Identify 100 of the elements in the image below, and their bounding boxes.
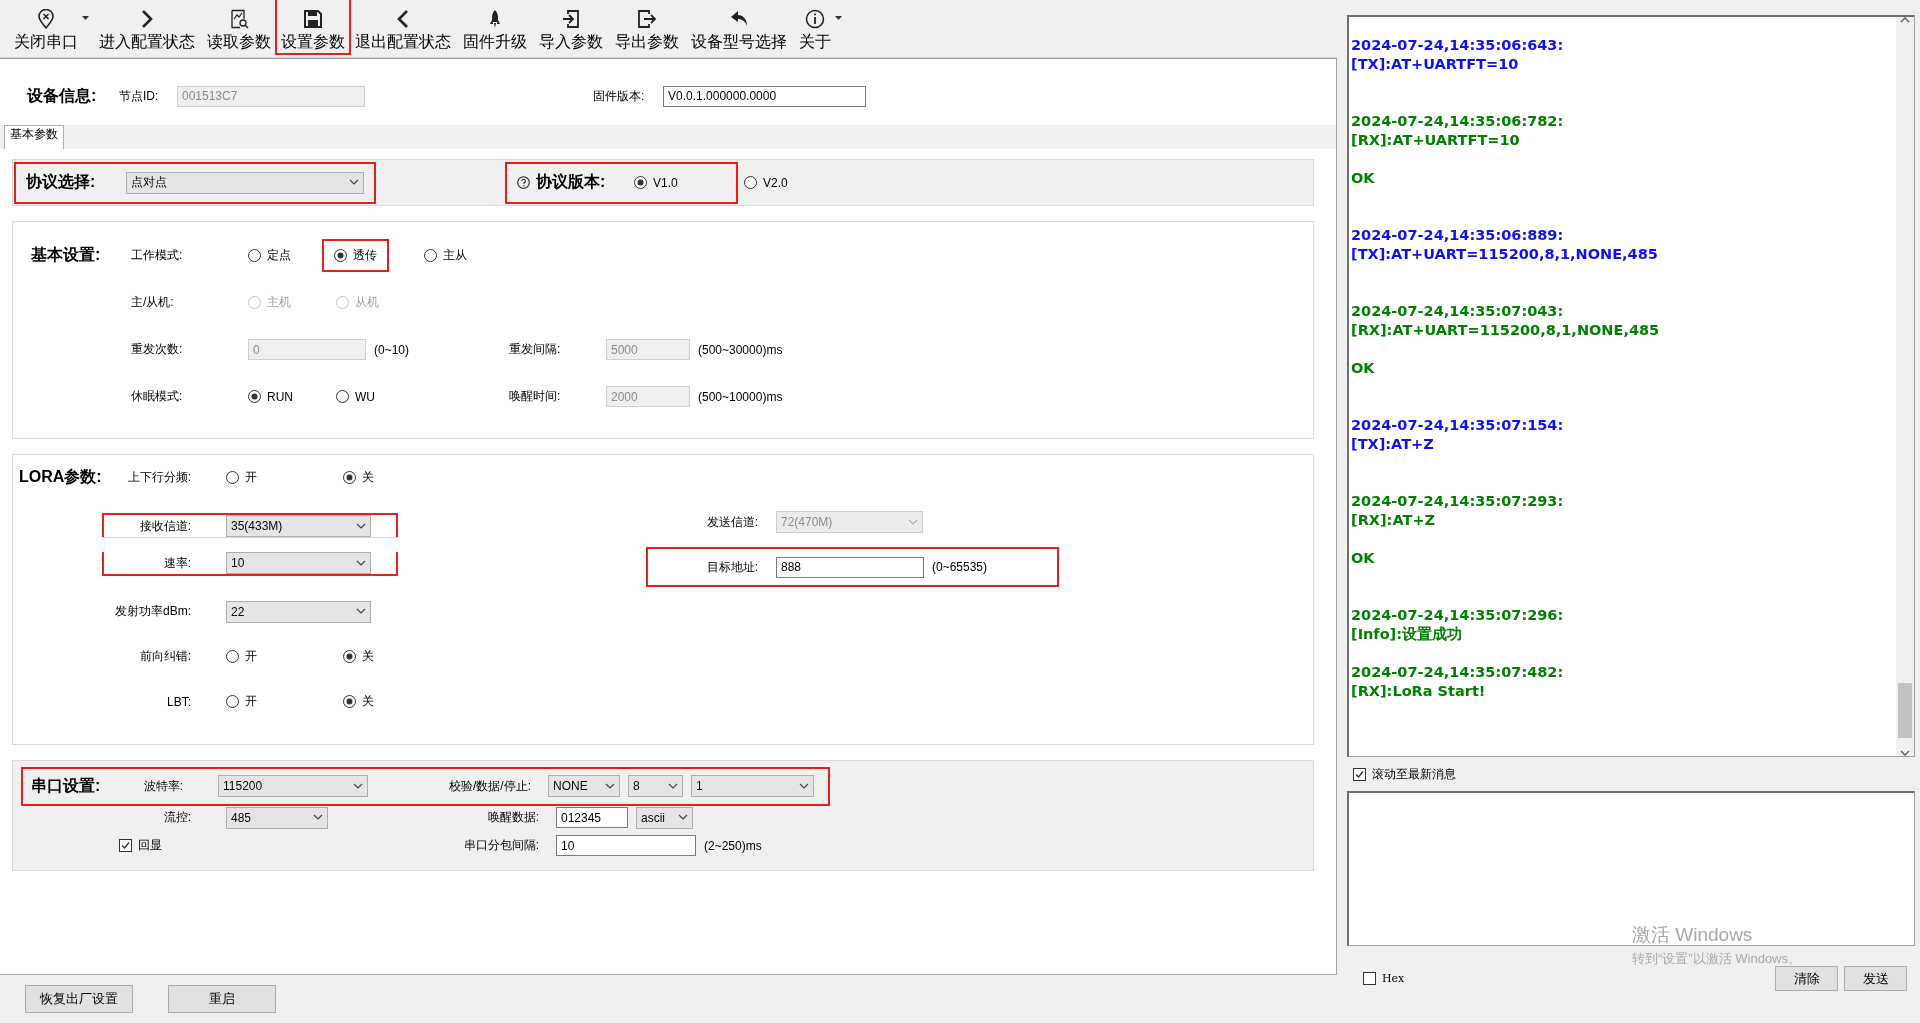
radio-button[interactable]: 主从 (424, 247, 467, 264)
toolbar-button[interactable]: 导出参数 (609, 3, 685, 53)
section-title: 设备信息: (27, 85, 98, 106)
console-button[interactable]: 清除 (1775, 966, 1838, 991)
dropdown[interactable]: ascii (636, 806, 693, 829)
radio-empty-icon (336, 296, 349, 309)
field-label: 上下行分频: (126, 468, 191, 486)
scroll-thumb[interactable] (1898, 683, 1912, 738)
radio-button[interactable]: 定点 (248, 247, 291, 264)
caret-icon[interactable] (356, 522, 366, 530)
toolbar-button[interactable]: 设备型号选择 (685, 3, 793, 53)
log-timestamp: 2024-07-24,14:35:06:782: (1351, 112, 1564, 131)
field-label: LBT: (166, 694, 191, 709)
checkbox[interactable]: 回显 (119, 837, 162, 855)
caret-icon[interactable] (356, 559, 366, 567)
range-hint: (2~250)ms (704, 838, 762, 853)
message-input[interactable] (1347, 791, 1915, 946)
radio-button[interactable]: 关 (343, 468, 374, 486)
toolbar-button[interactable]: 设置参数 (277, 0, 349, 53)
range-hint: (0~65535) (932, 560, 988, 575)
empty-box-icon (1363, 972, 1376, 985)
caret-icon[interactable] (356, 608, 366, 616)
dropdown[interactable]: 35(433M) (226, 515, 371, 538)
text-field[interactable]: V0.0.1.000000.0000 (663, 85, 866, 107)
section-title: 协议版本: (536, 172, 607, 192)
dropdown[interactable]: NONE (548, 775, 620, 798)
log-message: [Info]:设置成功 (1351, 625, 1463, 644)
console-button[interactable]: 发送 (1844, 966, 1907, 991)
footer-button[interactable]: 恢复出厂设置 (25, 985, 133, 1013)
toolbar-button[interactable]: 关闭串口 (8, 3, 84, 53)
text-field[interactable]: 10 (556, 835, 696, 857)
log-reply: OK (1351, 169, 1375, 188)
toolbar-button[interactable]: 导入参数 (533, 3, 609, 53)
radio-empty-icon (226, 650, 239, 664)
text-field[interactable]: 888 (776, 556, 924, 578)
field-label: 重发间隔: (509, 341, 562, 358)
checkbox[interactable]: Hex (1363, 972, 1405, 985)
help-icon[interactable] (517, 176, 530, 189)
toolbar-button[interactable]: 读取参数 (201, 3, 277, 53)
radio-empty-icon (424, 249, 437, 262)
radio-button[interactable]: 透传 (324, 241, 387, 270)
toolbar-button[interactable]: 关于 (793, 3, 837, 53)
range-hint: (500~10000)ms (698, 389, 783, 404)
dropdown[interactable]: 10 (226, 552, 371, 575)
radio-button[interactable]: V2.0 (744, 175, 788, 190)
radio-button[interactable]: V1.0 (634, 175, 678, 190)
field-label: 节点ID: (119, 87, 160, 105)
toolbar-button[interactable]: 固件升级 (457, 3, 533, 53)
toolbar-button[interactable]: 退出配置状态 (349, 3, 457, 53)
dropdown[interactable]: 22 (226, 600, 371, 623)
log-message: [TX]:AT+UART=115200,8,1,NONE,485 (1351, 245, 1658, 264)
field-label: 前向纠错: (138, 648, 191, 666)
caret-icon[interactable] (605, 782, 615, 790)
text-field[interactable]: 012345 (556, 807, 628, 829)
caret-icon[interactable] (82, 15, 89, 20)
radio-selected-icon (634, 176, 647, 189)
radio-button[interactable]: 开 (226, 468, 257, 486)
radio-button[interactable]: 关 (343, 648, 374, 666)
caret-icon[interactable] (313, 814, 323, 822)
log-message: [TX]:AT+Z (1351, 435, 1434, 454)
log-timestamp: 2024-07-24,14:35:07:293: (1351, 492, 1564, 511)
radio-button[interactable]: 关 (343, 693, 374, 711)
section-title: LORA参数: (19, 467, 102, 485)
footer-button[interactable]: 重启 (168, 985, 276, 1013)
section-title: 基本设置: (31, 246, 101, 263)
checkbox[interactable]: 滚动至最新消息 (1353, 765, 1456, 783)
scroll-down-icon[interactable] (1900, 750, 1910, 756)
dropdown[interactable]: 485 (226, 806, 328, 829)
caret-icon[interactable] (835, 15, 842, 20)
field-label: 接收信道: (138, 517, 191, 535)
scrollbar[interactable] (1896, 17, 1914, 756)
radio-empty-icon (336, 390, 349, 403)
tab[interactable]: 基本参数 (4, 125, 64, 149)
field-label: 唤醒数据: (486, 809, 539, 827)
caret-icon[interactable] (353, 782, 363, 790)
dropdown[interactable]: 点对点 (126, 171, 364, 194)
radio-button[interactable]: 开 (226, 693, 257, 711)
toolbar-button[interactable]: 进入配置状态 (93, 3, 201, 53)
dropdown[interactable]: 115200 (218, 775, 368, 798)
log-reply: OK (1351, 359, 1375, 378)
radio-button[interactable]: 开 (226, 648, 257, 666)
checked-box-icon (119, 839, 132, 853)
caret-icon[interactable] (678, 814, 688, 822)
activation-hint: 转到“设置”以激活 Windows。 (1632, 950, 1801, 968)
field-label: 目标地址: (705, 558, 758, 576)
radio-button[interactable]: WU (336, 389, 375, 404)
caret-icon[interactable] (349, 179, 359, 186)
log-message: [TX]:AT+UARTFT=10 (1351, 55, 1519, 74)
caret-icon[interactable] (799, 782, 809, 790)
field-label: 波特率: (142, 777, 183, 795)
dropdown[interactable]: 8 (628, 775, 683, 798)
caret-icon[interactable] (668, 782, 678, 790)
field-label: 工作模式: (131, 247, 184, 264)
radio-button[interactable]: RUN (248, 389, 293, 404)
field-label: 速率: (162, 554, 191, 572)
dropdown[interactable]: 1 (691, 775, 814, 798)
range-hint: (0~10) (374, 342, 410, 357)
log-timestamp: 2024-07-24,14:35:07:296: (1351, 606, 1564, 625)
scroll-up-icon[interactable] (1900, 17, 1910, 23)
radio-selected-icon (343, 695, 356, 709)
